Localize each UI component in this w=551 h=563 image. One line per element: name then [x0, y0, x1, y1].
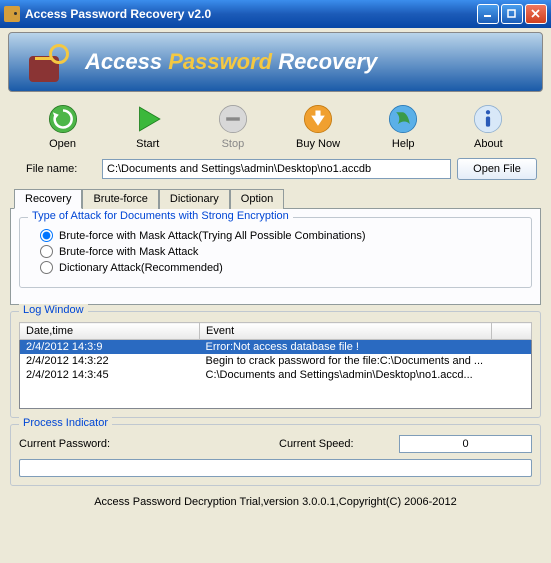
help-button[interactable]: Help: [368, 102, 438, 150]
start-button[interactable]: Start: [113, 102, 183, 150]
play-icon: [131, 102, 165, 136]
tabs: Recovery Brute-force Dictionary Option: [14, 188, 543, 208]
tab-recovery[interactable]: Recovery: [14, 189, 82, 209]
log-table[interactable]: Date,time Event 2/4/2012 14:3:9 Error:No…: [19, 322, 532, 409]
stop-icon: [216, 102, 250, 136]
banner: Access Password Recovery: [8, 32, 543, 92]
file-name-label: File name:: [26, 163, 96, 175]
info-icon: [471, 102, 505, 136]
current-speed-label: Current Speed:: [279, 438, 399, 450]
log-row[interactable]: 2/4/2012 14:3:9 Error:Not access databas…: [20, 340, 532, 355]
log-col-spacer: [492, 323, 532, 340]
attack-radio-1[interactable]: [40, 229, 53, 242]
footer-text: Access Password Decryption Trial,version…: [8, 490, 543, 510]
globe-icon: [386, 102, 420, 136]
window-title: Access Password Recovery v2.0: [25, 7, 477, 21]
tab-bruteforce[interactable]: Brute-force: [82, 189, 158, 209]
attack-radio-2[interactable]: [40, 245, 53, 258]
stop-label: Stop: [222, 138, 245, 150]
file-name-input[interactable]: [102, 159, 451, 179]
help-label: Help: [392, 138, 415, 150]
lock-key-icon: [25, 40, 69, 84]
attack-label-2[interactable]: Brute-force with Mask Attack: [59, 246, 198, 258]
minimize-button[interactable]: [477, 4, 499, 24]
log-row[interactable]: 2/4/2012 14:3:45 C:\Documents and Settin…: [20, 368, 532, 382]
attack-type-group: Type of Attack for Documents with Strong…: [19, 217, 532, 288]
maximize-button[interactable]: [501, 4, 523, 24]
log-window: Log Window Date,time Event 2/4/2012 14:3…: [10, 311, 541, 418]
titlebar: Access Password Recovery v2.0: [0, 0, 551, 28]
buynow-button[interactable]: Buy Now: [283, 102, 353, 150]
attack-label-3[interactable]: Dictionary Attack(Recommended): [59, 262, 223, 274]
log-col-event[interactable]: Event: [200, 323, 492, 340]
toolbar: Open Start Stop Buy Now Help: [8, 98, 543, 156]
log-col-datetime[interactable]: Date,time: [20, 323, 200, 340]
current-speed-value: 0: [399, 435, 532, 453]
about-button[interactable]: About: [453, 102, 523, 150]
attack-radio-3[interactable]: [40, 261, 53, 274]
current-password-label: Current Password:: [19, 438, 279, 450]
tab-panel: Type of Attack for Documents with Strong…: [10, 208, 541, 305]
process-indicator: Process Indicator Current Password: Curr…: [10, 424, 541, 486]
buynow-label: Buy Now: [296, 138, 340, 150]
attack-type-legend: Type of Attack for Documents with Strong…: [28, 210, 293, 222]
attack-label-1[interactable]: Brute-force with Mask Attack(Trying All …: [59, 230, 365, 242]
log-row[interactable]: 2/4/2012 14:3:22 Begin to crack password…: [20, 354, 532, 368]
app-icon: [4, 6, 20, 22]
close-button[interactable]: [525, 4, 547, 24]
start-label: Start: [136, 138, 159, 150]
process-legend: Process Indicator: [19, 417, 112, 429]
file-row: File name: Open File: [8, 156, 543, 188]
log-legend: Log Window: [19, 304, 88, 316]
progress-bar: [19, 459, 532, 477]
open-file-button[interactable]: Open File: [457, 158, 537, 180]
open-button[interactable]: Open: [28, 102, 98, 150]
banner-text: Access Password Recovery: [85, 49, 377, 75]
download-icon: [301, 102, 335, 136]
tab-option[interactable]: Option: [230, 189, 284, 209]
tab-dictionary[interactable]: Dictionary: [159, 189, 230, 209]
open-label: Open: [49, 138, 76, 150]
about-label: About: [474, 138, 503, 150]
stop-button[interactable]: Stop: [198, 102, 268, 150]
open-icon: [46, 102, 80, 136]
